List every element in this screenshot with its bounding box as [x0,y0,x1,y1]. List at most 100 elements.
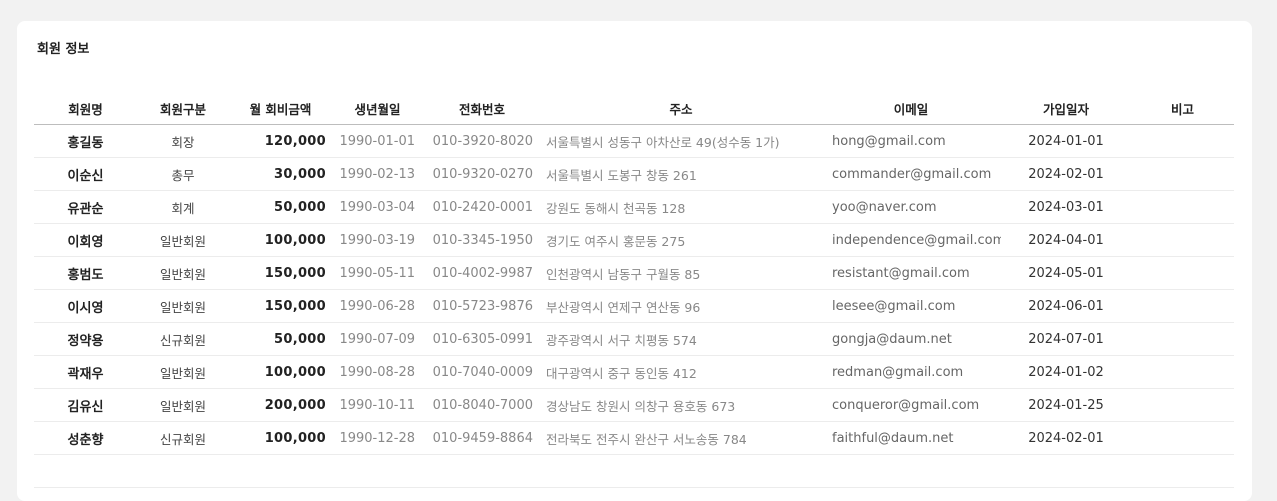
cell-name: 곽재우 [34,355,137,389]
cell-birth: 1990-01-01 [332,124,423,158]
cell-email: yoo@naver.com [821,190,1001,224]
cell-type: 신규회원 [137,322,229,356]
cell-fee: 150,000 [229,289,332,323]
cell-name: 홍길동 [34,124,137,158]
table-row[interactable]: 홍길동 회장 120,000 1990-01-01 010-3920-8020 … [34,124,1234,158]
cell-address: 경기도 여주시 홍문동 275 [541,223,821,257]
cell-fee: 50,000 [229,190,332,224]
cell-phone: 010-4002-9987 [423,256,541,290]
cell-fee: 120,000 [229,124,332,158]
cell-birth: 1990-03-04 [332,190,423,224]
cell-phone: 010-6305-0991 [423,322,541,356]
cell-type: 총무 [137,157,229,191]
cell-birth: 1990-10-11 [332,388,423,422]
cell-joined: 2024-03-01 [1001,190,1131,224]
cell-joined: 2024-04-01 [1001,223,1131,257]
cell-phone: 010-2420-0001 [423,190,541,224]
table-row[interactable]: 이회영 일반회원 100,000 1990-03-19 010-3345-195… [34,223,1234,257]
cell-email: hong@gmail.com [821,124,1001,158]
cell-note [1131,289,1234,323]
header-birth: 생년월일 [332,92,423,125]
cell-type: 일반회원 [137,289,229,323]
cell-birth: 1990-07-09 [332,322,423,356]
table-row[interactable]: 유관순 회계 50,000 1990-03-04 010-2420-0001 강… [34,190,1234,224]
cell-email: redman@gmail.com [821,355,1001,389]
cell-fee: 50,000 [229,322,332,356]
cell-note [1131,190,1234,224]
cell-phone: 010-9459-8864 [423,421,541,455]
cell-type: 일반회원 [137,223,229,257]
table-header-row: 회원명 회원구분 월 회비금액 생년월일 전화번호 주소 이메일 가입일자 비고 [34,92,1234,125]
cell-birth: 1990-06-28 [332,289,423,323]
cell-email: resistant@gmail.com [821,256,1001,290]
cell-address: 경상남도 창원시 의창구 용호동 673 [541,388,821,422]
cell-note [1131,388,1234,422]
table-row[interactable]: 홍범도 일반회원 150,000 1990-05-11 010-4002-998… [34,256,1234,290]
cell-note [1131,124,1234,158]
table-row[interactable]: 김유신 일반회원 200,000 1990-10-11 010-8040-700… [34,388,1234,422]
cell-type: 일반회원 [137,355,229,389]
header-address: 주소 [541,92,821,125]
table-row[interactable]: 성춘향 신규회원 100,000 1990-12-28 010-9459-886… [34,421,1234,455]
table-row[interactable]: 이순신 총무 30,000 1990-02-13 010-9320-0270 서… [34,157,1234,191]
cell-birth: 1990-05-11 [332,256,423,290]
table-row[interactable]: 곽재우 일반회원 100,000 1990-08-28 010-7040-000… [34,355,1234,389]
cell-fee: 200,000 [229,388,332,422]
cell-type: 신규회원 [137,421,229,455]
cell-email: conqueror@gmail.com [821,388,1001,422]
cell-joined: 2024-01-01 [1001,124,1131,158]
cell-address: 인천광역시 남동구 구월동 85 [541,256,821,290]
cell-note [1131,223,1234,257]
cell-fee: 100,000 [229,355,332,389]
cell-note [1131,256,1234,290]
cell-note [1131,355,1234,389]
header-joined: 가입일자 [1001,92,1131,125]
cell-joined: 2024-07-01 [1001,322,1131,356]
cell-phone: 010-7040-0009 [423,355,541,389]
cell-name: 김유신 [34,388,137,422]
cell-type: 회계 [137,190,229,224]
cell-address: 대구광역시 중구 동인동 412 [541,355,821,389]
cell-name: 이회영 [34,223,137,257]
cell-phone: 010-3345-1950 [423,223,541,257]
cell-address: 전라북도 전주시 완산구 서노송동 784 [541,421,821,455]
member-info-card: 회원 정보 회원명 회원구분 월 회비금액 생년월일 전화번호 주소 이메일 가… [17,21,1252,501]
header-type: 회원구분 [137,92,229,125]
cell-name: 홍범도 [34,256,137,290]
cell-birth: 1990-08-28 [332,355,423,389]
cell-email: commander@gmail.com [821,157,1001,191]
cell-email: faithful@daum.net [821,421,1001,455]
cell-name: 이시영 [34,289,137,323]
cell-birth: 1990-12-28 [332,421,423,455]
section-title: 회원 정보 [37,42,90,57]
cell-address: 서울특별시 성동구 아차산로 49(성수동 1가) [541,124,821,158]
cell-birth: 1990-03-19 [332,223,423,257]
cell-phone: 010-5723-9876 [423,289,541,323]
cell-joined: 2024-06-01 [1001,289,1131,323]
cell-joined: 2024-02-01 [1001,421,1131,455]
cell-email: leesee@gmail.com [821,289,1001,323]
header-note: 비고 [1131,92,1234,125]
cell-joined: 2024-02-01 [1001,157,1131,191]
cell-fee: 100,000 [229,223,332,257]
cell-joined: 2024-01-25 [1001,388,1131,422]
cell-address: 강원도 동해시 천곡동 128 [541,190,821,224]
header-email: 이메일 [821,92,1001,125]
cell-address: 서울특별시 도봉구 창동 261 [541,157,821,191]
cell-type: 일반회원 [137,388,229,422]
cell-note [1131,157,1234,191]
cell-phone: 010-9320-0270 [423,157,541,191]
cell-name: 이순신 [34,157,137,191]
cell-fee: 30,000 [229,157,332,191]
cell-address: 부산광역시 연제구 연산동 96 [541,289,821,323]
cell-note [1131,421,1234,455]
header-name: 회원명 [34,92,137,125]
table-row[interactable]: 이시영 일반회원 150,000 1990-06-28 010-5723-987… [34,289,1234,323]
cell-joined: 2024-01-02 [1001,355,1131,389]
table-row[interactable]: 정약용 신규회원 50,000 1990-07-09 010-6305-0991… [34,322,1234,356]
cell-name: 정약용 [34,322,137,356]
header-fee: 월 회비금액 [229,92,332,125]
cell-note [1131,322,1234,356]
member-table: 회원명 회원구분 월 회비금액 생년월일 전화번호 주소 이메일 가입일자 비고… [34,92,1234,455]
cell-phone: 010-8040-7000 [423,388,541,422]
